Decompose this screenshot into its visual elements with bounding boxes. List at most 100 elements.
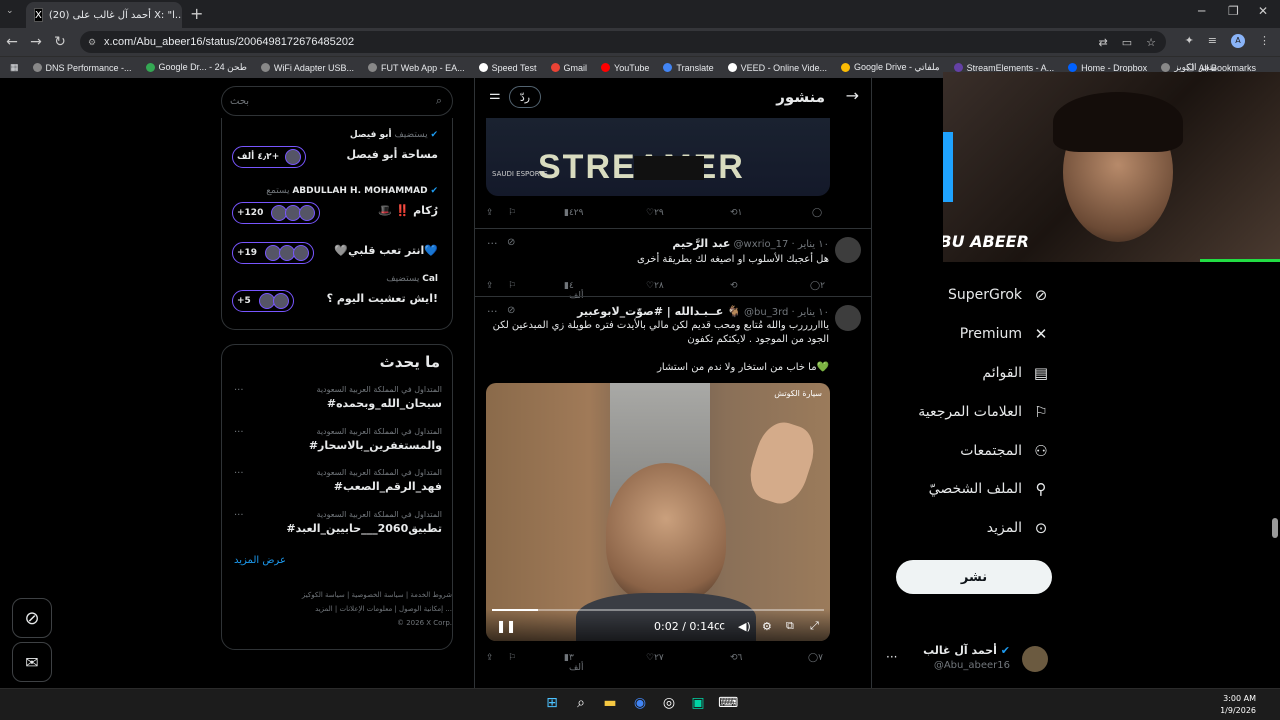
bookmark-icon[interactable]: ⚐ [508, 653, 516, 663]
chrome-icon[interactable]: ◉ [630, 695, 650, 715]
show-more-link[interactable]: عرض المزيد [234, 555, 286, 566]
avatar[interactable] [835, 305, 861, 331]
reply-button[interactable]: ردّ [509, 86, 541, 108]
nav-bookmarks[interactable]: العلامات المرجعية ⚐ [890, 403, 1050, 421]
share-icon[interactable]: ⇪ [486, 653, 494, 663]
extensions-icon[interactable]: ✦ [1185, 34, 1194, 48]
messages-icon[interactable]: ✉ [12, 642, 52, 682]
more-icon[interactable]: ··· [487, 237, 498, 250]
bookmark-item[interactable]: YouTube [601, 63, 649, 73]
grok-icon[interactable]: ⊘ [12, 598, 52, 638]
more-icon[interactable]: ··· [886, 650, 897, 664]
address-bar[interactable]: ⚙ x.com/Abu_abeer16/status/2006498172676… [80, 31, 1166, 53]
footer-link[interactable]: شروط الخدمة [410, 591, 452, 599]
trend-item[interactable]: المتداول في المملكة العربية السعودية #وا… [222, 427, 454, 467]
bookmark-item[interactable]: Gmail [550, 63, 587, 73]
repost-icon[interactable]: ⟲ [730, 281, 738, 291]
popout-icon[interactable]: ⧉ [786, 619, 794, 633]
back-arrow-icon[interactable]: → [846, 86, 859, 105]
more-icon[interactable]: ··· [487, 305, 498, 318]
bookmark-item[interactable]: Home - Dropbox [1068, 63, 1147, 73]
reply-post[interactable]: عبد الرَّحيم @wxrio_17 · ١٠ يناير ··· ⊘ … [475, 228, 871, 301]
grok-icon[interactable]: ⊘ [507, 305, 515, 316]
fullscreen-icon[interactable]: ⤢ [810, 619, 819, 633]
pause-icon[interactable]: ❚❚ [496, 619, 516, 633]
listeners-pill[interactable]: ٤٫٢ ألف+ [232, 146, 307, 168]
bookmark-item[interactable]: WiFi Adapter USB... [260, 63, 354, 73]
browser-tab[interactable]: X (20) أحمد آل غالب على X: "ا... ✕ [26, 2, 182, 28]
video-player[interactable]: سيارة الكوتش ❚❚ 0:02 / 0:14 ㏄ ◀) ⚙ ⧉ ⤢ [486, 383, 830, 641]
obs-icon[interactable]: ◎ [659, 695, 679, 715]
volume-icon[interactable]: ◀) [738, 620, 751, 633]
search-icon[interactable]: ⌕ [571, 695, 591, 715]
bookmark-item[interactable]: StreamElements - A... [953, 63, 1054, 73]
start-icon[interactable]: ⊞ [542, 695, 562, 715]
minimize-icon[interactable]: ─ [1198, 4, 1205, 18]
reply-icon[interactable]: ◯ [812, 208, 822, 218]
like-count[interactable]: ♡ ٢٩ [646, 208, 664, 218]
grok-icon[interactable]: ⊘ [507, 237, 515, 248]
views-count[interactable]: ▮ ٤٢٩ [564, 208, 583, 218]
cast-icon[interactable]: ▭ [1122, 36, 1132, 49]
apps-icon[interactable]: ▦ [10, 62, 19, 73]
views-count[interactable]: ▮ ٤ ألف [564, 281, 584, 301]
like-count[interactable]: ♡ ٢٧ [646, 653, 664, 663]
bookmark-item[interactable]: VEED - Online Vide... [727, 63, 827, 73]
share-icon[interactable]: ⇪ [486, 208, 494, 218]
repost-count[interactable]: ⟲ ١ [730, 208, 742, 218]
post-button[interactable]: نشر [896, 560, 1052, 594]
more-icon[interactable]: ··· [234, 385, 244, 396]
nav-profile[interactable]: الملف الشخصيّ ⚲ [890, 480, 1050, 498]
more-icon[interactable]: ··· [234, 468, 244, 479]
star-icon[interactable]: ☆ [1146, 36, 1156, 49]
menu-icon[interactable]: ⋮ [1259, 34, 1270, 48]
account-switcher[interactable]: أحمد آل غالب ✔ @Abu_abeer16 ··· [884, 640, 1054, 680]
folder-icon[interactable]: ▬ [600, 695, 620, 715]
bookmark-item[interactable]: Translate [663, 63, 714, 73]
forward-icon[interactable]: → [24, 34, 48, 50]
bookmark-item[interactable]: Google Drive - ملفاتي [840, 62, 940, 73]
space-item[interactable]: يستضيف أبو فيصل ✔ مساحة أبو فيصل ٤٫٢ ألف… [222, 124, 454, 184]
bookmark-item[interactable]: DNS Performance -... [32, 63, 132, 73]
nav-premium[interactable]: Premium ✕ [890, 325, 1050, 343]
avatar[interactable] [835, 237, 861, 263]
post-media[interactable]: STREAMER SAUDI ESPORTS [486, 118, 830, 196]
scrollbar[interactable] [1272, 518, 1278, 538]
repost-count[interactable]: ⟲ ٦ [730, 653, 742, 663]
footer-link[interactable]: سياسة الخصوصية [352, 591, 404, 599]
bookmark-icon[interactable]: ⚐ [508, 281, 516, 291]
app-icon[interactable]: ▣ [688, 695, 708, 715]
video-progress[interactable] [492, 609, 824, 611]
footer-link[interactable]: معلومات الإعلانات [339, 605, 392, 613]
listeners-pill[interactable]: +19 [232, 242, 315, 264]
space-item[interactable]: يستمع ABDULLAH H. MOHAMMAD ✔ 🎩 ‼️ رُكام … [222, 180, 454, 240]
like-count[interactable]: ♡ ٢٨ [646, 281, 664, 291]
back-icon[interactable]: ← [0, 34, 24, 50]
bookmark-item[interactable]: Speed Test [478, 63, 537, 73]
reply-count[interactable]: ◯ ٢ [810, 281, 825, 291]
profile-avatar[interactable]: A [1231, 34, 1245, 48]
space-item[interactable]: يستضيف Cal ايش تعشيت اليوم ؟! +5 [222, 268, 454, 328]
search-input[interactable]: بحث ⌕ [221, 86, 453, 116]
footer-link[interactable]: إمكانية الوصول [399, 605, 443, 613]
bookmark-item[interactable]: FUT Web App - EA... [367, 63, 465, 73]
media-icon[interactable]: ≡ [1208, 34, 1217, 48]
reload-icon[interactable]: ↻ [48, 34, 72, 50]
footer-link[interactable]: سياسة الكوكيز [302, 591, 345, 599]
site-info-icon[interactable]: ⚙ [88, 37, 96, 48]
nav-more[interactable]: المزيد ⊙ [890, 519, 1050, 537]
captions-icon[interactable]: ㏄ [714, 617, 725, 633]
trend-item[interactable]: المتداول في المملكة العربية السعودية #سب… [222, 385, 454, 425]
reply-count[interactable]: ◯ ٧ [808, 653, 823, 663]
listeners-pill[interactable]: +120 [232, 202, 321, 224]
nav-supergrok[interactable]: SuperGrok ⊘ [890, 286, 1050, 304]
trend-item[interactable]: المتداول في المملكة العربية السعودية #فه… [222, 468, 454, 508]
more-icon[interactable]: ··· [234, 510, 244, 521]
window-close-icon[interactable]: ✕ [1258, 4, 1268, 18]
maximize-icon[interactable]: ❐ [1228, 4, 1239, 18]
reply-post[interactable]: عــبـدالله | #صوّت_لابوعبير 🐐 @bu_3rd · … [475, 296, 871, 676]
settings-icon[interactable]: ⚙ [762, 620, 772, 633]
share-icon[interactable]: ⇪ [486, 281, 494, 291]
nav-lists[interactable]: القوائم ▤ [890, 364, 1050, 382]
new-tab-icon[interactable]: + [190, 4, 203, 23]
